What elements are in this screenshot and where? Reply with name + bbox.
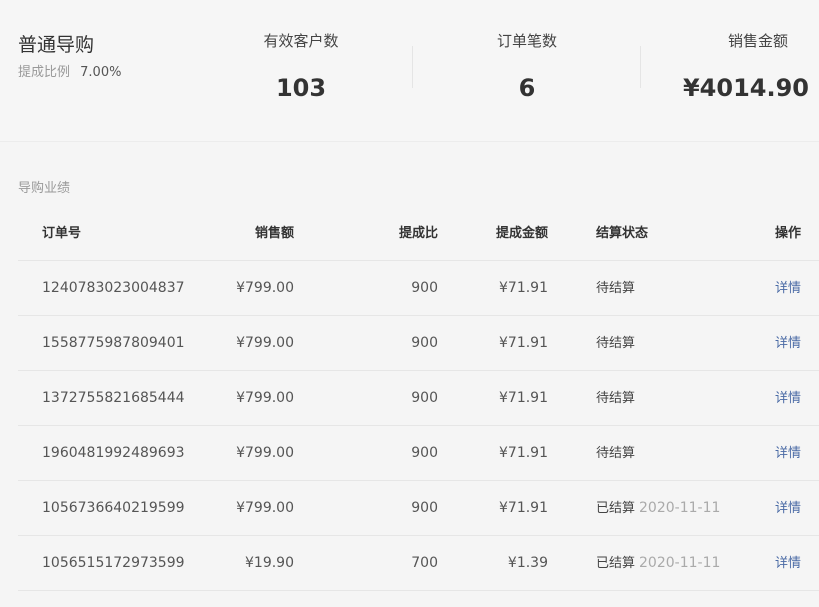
table-row: 1056736640219599 ¥799.00 900 ¥71.91 已结算 2… — [18, 481, 819, 536]
commission-ratio: 900 — [411, 445, 438, 461]
sales-amount: ¥799.00 — [236, 280, 294, 296]
table-row: 1960481992489693 ¥799.00 900 ¥71.91 待结算 … — [18, 426, 819, 481]
commission-rate: 提成比例 7.00% — [18, 61, 121, 80]
settlement-date: 2020-11-11 — [639, 500, 721, 516]
table-row: 1558775987809401 ¥799.00 900 ¥71.91 待结算 … — [18, 316, 819, 371]
summary-header: 普通导购 提成比例 7.00% 有效客户数 103 订单笔数 6 销售金额 ¥4… — [0, 0, 819, 142]
stat-value: ¥4014.90 — [682, 74, 809, 102]
stat-sales-amount: 销售金额 ¥4014.90 — [642, 0, 819, 142]
settlement-status: 已结算 2020-11-11 — [596, 481, 720, 536]
settlement-date: 2020-11-11 — [639, 555, 721, 571]
status-text: 待结算 — [596, 281, 636, 296]
commission-value: 7.00% — [80, 65, 122, 80]
order-number: 1240783023004837 — [42, 280, 185, 296]
settlement-status: 待结算 — [596, 371, 639, 426]
settlement-status: 待结算 — [596, 261, 639, 316]
column-header-status: 结算状态 — [596, 226, 649, 241]
status-text: 待结算 — [596, 336, 636, 351]
commission-ratio: 700 — [411, 555, 438, 571]
commission-ratio: 900 — [411, 500, 438, 516]
detail-link[interactable]: 详情 — [775, 371, 801, 426]
stat-orders: 订单笔数 6 — [414, 0, 640, 142]
order-number: 1056736640219599 — [42, 500, 185, 516]
commission-amount: ¥71.91 — [499, 500, 548, 516]
stat-label: 有效客户数 — [263, 32, 339, 50]
column-header-order: 订单号 — [42, 226, 82, 241]
commission-ratio: 900 — [411, 335, 438, 351]
sales-amount: ¥799.00 — [236, 445, 294, 461]
sales-amount: ¥799.00 — [236, 500, 294, 516]
stat-value: 6 — [518, 74, 536, 102]
sales-amount: ¥799.00 — [236, 390, 294, 406]
commission-amount: ¥71.91 — [499, 280, 548, 296]
order-number: 1558775987809401 — [42, 335, 185, 351]
column-header-rate: 提成比 — [398, 226, 438, 241]
role-title: 普通导购 — [18, 34, 95, 56]
detail-link[interactable]: 详情 — [775, 261, 801, 316]
settlement-status: 待结算 — [596, 426, 639, 481]
detail-link[interactable]: 详情 — [775, 426, 801, 481]
status-text: 待结算 — [596, 391, 636, 406]
stat-label: 销售金额 — [727, 32, 788, 50]
settlement-status: 待结算 — [596, 316, 639, 371]
commission-label: 提成比例 — [18, 65, 71, 80]
stat-divider — [640, 46, 641, 88]
order-number: 1056515172973599 — [42, 555, 185, 571]
status-text: 待结算 — [596, 446, 636, 461]
table-row: 1056515172973599 ¥19.90 700 ¥1.39 已结算 202… — [18, 536, 819, 591]
order-number: 1372755821685444 — [42, 390, 185, 406]
commission-amount: ¥71.91 — [499, 445, 548, 461]
table-row: 1240783023004837 ¥799.00 900 ¥71.91 待结算 … — [18, 261, 819, 316]
commission-ratio: 900 — [411, 280, 438, 296]
status-text: 已结算 — [596, 556, 636, 571]
column-header-sales: 销售额 — [254, 226, 294, 241]
performance-table: 订单号 销售额 提成比 提成金额 结算状态 操作 124078302300483… — [18, 206, 819, 591]
commission-amount: ¥71.91 — [499, 335, 548, 351]
commission-amount: ¥71.91 — [499, 390, 548, 406]
sales-amount: ¥19.90 — [245, 555, 294, 571]
status-text: 已结算 — [596, 501, 636, 516]
table-header-row: 订单号 销售额 提成比 提成金额 结算状态 操作 — [18, 206, 819, 261]
commission-ratio: 900 — [411, 390, 438, 406]
commission-amount: ¥1.39 — [507, 555, 548, 571]
column-header-action: 操作 — [774, 226, 801, 241]
stat-customers: 有效客户数 103 — [190, 0, 412, 142]
stat-value: 103 — [275, 74, 327, 102]
column-header-amount: 提成金额 — [495, 226, 548, 241]
stat-label: 订单笔数 — [496, 32, 557, 50]
table-row: 1372755821685444 ¥799.00 900 ¥71.91 待结算 … — [18, 371, 819, 426]
sales-amount: ¥799.00 — [236, 335, 294, 351]
stat-divider — [412, 46, 413, 88]
detail-link[interactable]: 详情 — [775, 481, 801, 536]
detail-link[interactable]: 详情 — [775, 536, 801, 591]
settlement-status: 已结算 2020-11-11 — [596, 536, 720, 591]
order-number: 1960481992489693 — [42, 445, 185, 461]
detail-link[interactable]: 详情 — [775, 316, 801, 371]
section-title: 导购业绩 — [18, 181, 71, 196]
